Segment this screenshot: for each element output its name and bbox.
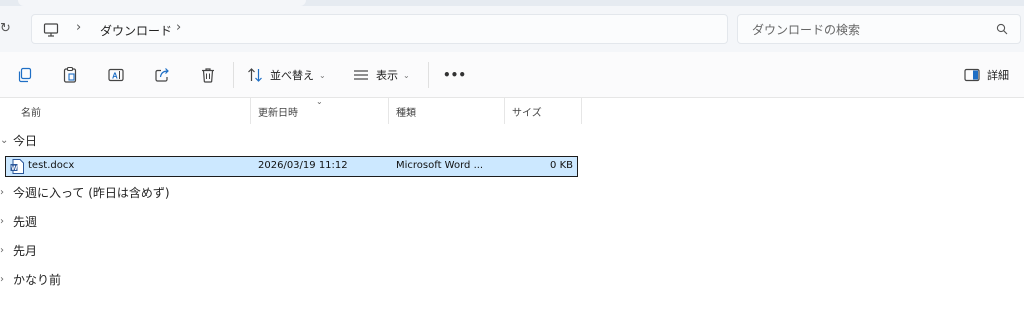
paste-icon: [63, 66, 77, 83]
svg-text:A: A: [112, 72, 118, 81]
share-icon: [155, 68, 169, 82]
this-pc-icon: [43, 23, 59, 37]
group-label: 先週: [13, 214, 38, 229]
sort-icon: [248, 68, 262, 82]
column-header-name[interactable]: 名前: [21, 104, 41, 119]
file-type: Microsoft Word ...: [396, 160, 484, 171]
column-headers: 名前 ⌄ 更新日時 種類 サイズ: [0, 97, 1024, 124]
view-icon: [354, 70, 368, 80]
search-input[interactable]: [752, 21, 982, 39]
rename-icon: A: [108, 68, 124, 82]
details-pane-button[interactable]: 詳細: [963, 65, 1009, 85]
column-header-modified[interactable]: 更新日時: [258, 104, 298, 119]
paste-button[interactable]: [61, 65, 79, 85]
share-button[interactable]: [153, 65, 171, 85]
group-long-ago[interactable]: › かなり前: [0, 268, 61, 290]
chevron-right-icon: ›: [0, 215, 4, 227]
column-divider[interactable]: [250, 98, 251, 124]
group-label: 今日: [13, 133, 38, 148]
address-row: ↻ › ダウンロード ›: [0, 6, 1024, 52]
toolbar-divider: [428, 62, 429, 88]
column-divider[interactable]: [581, 98, 582, 124]
column-header-type[interactable]: 種類: [396, 104, 416, 119]
refresh-icon[interactable]: ↻: [0, 21, 12, 37]
chevron-right-icon[interactable]: ›: [76, 20, 81, 35]
group-today[interactable]: ⌄ 今日: [0, 129, 37, 151]
group-last-month[interactable]: › 先月: [0, 239, 37, 261]
search-box[interactable]: [737, 14, 1021, 44]
details-label: 詳細: [987, 69, 1009, 82]
chevron-right-icon: ›: [0, 273, 4, 285]
delete-button[interactable]: [199, 65, 217, 85]
chevron-right-icon: ›: [0, 244, 4, 256]
sort-caret-icon: ⌄: [316, 97, 323, 106]
rename-button[interactable]: A: [107, 65, 125, 85]
trash-icon: [202, 68, 214, 83]
copy-button[interactable]: [16, 65, 34, 85]
details-pane-icon: [964, 68, 980, 82]
copy-icon: [18, 67, 32, 83]
group-label: 今週に入って (昨日は含めず): [13, 185, 170, 200]
group-label: かなり前: [13, 272, 62, 287]
view-button[interactable]: 表示 ⌄: [352, 65, 410, 85]
view-label: 表示: [376, 69, 398, 82]
sort-label: 並べ替え: [270, 69, 314, 82]
command-bar: A 並べ替え ⌄ 表示 ⌄ ••• 詳細: [0, 52, 1024, 98]
column-divider[interactable]: [504, 98, 505, 124]
chevron-right-icon[interactable]: ›: [176, 20, 181, 35]
file-size: 0 KB: [550, 160, 573, 171]
chevron-down-icon: ⌄: [403, 70, 410, 80]
file-name[interactable]: test.docx: [28, 160, 74, 171]
column-divider[interactable]: [388, 98, 389, 124]
file-modified: 2026/03/19 11:12: [258, 160, 348, 171]
chevron-down-icon: ⌄: [0, 134, 9, 146]
chevron-down-icon: ⌄: [319, 70, 326, 80]
toolbar-divider: [233, 62, 234, 88]
group-last-week[interactable]: › 先週: [0, 210, 37, 232]
address-bar[interactable]: › ダウンロード ›: [31, 14, 728, 44]
breadcrumb-downloads[interactable]: ダウンロード: [100, 22, 172, 39]
file-row[interactable]: W test.docx 2026/03/19 11:12 Microsoft W…: [5, 156, 578, 177]
search-icon[interactable]: [996, 23, 1008, 35]
group-earlier-this-week[interactable]: › 今週に入って (昨日は含めず): [0, 181, 170, 203]
column-header-size[interactable]: サイズ: [512, 104, 542, 119]
word-document-icon: W: [10, 159, 24, 174]
more-options-button[interactable]: •••: [443, 65, 466, 85]
sort-button[interactable]: 並べ替え ⌄: [246, 65, 326, 85]
chevron-right-icon: ›: [0, 186, 4, 198]
svg-text:W: W: [11, 165, 18, 172]
group-label: 先月: [13, 243, 38, 258]
